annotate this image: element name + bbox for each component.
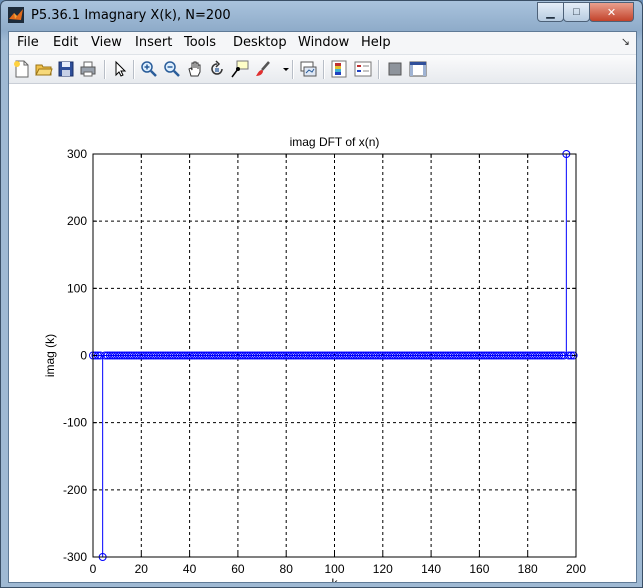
x-tick-label: 60 [231, 562, 245, 576]
toolbar-separator [292, 60, 294, 79]
zoom-in-button[interactable] [140, 60, 158, 78]
maximize-button[interactable]: □ [563, 2, 590, 22]
stem-plot[interactable]: imag DFT of x(n) 0 20 40 60 80 100 120 140 160 18… [9, 84, 636, 582]
axis-ticks: 0 20 40 60 80 100 120 140 160 180 200 -300 -200 -100 0… [63, 147, 586, 576]
matlab-logo-icon [8, 7, 24, 23]
legend-icon [354, 61, 372, 77]
open-file-button[interactable] [35, 60, 53, 78]
zoom-out-icon [164, 61, 180, 77]
x-tick-label: 40 [183, 562, 197, 576]
brush-button[interactable] [254, 60, 272, 78]
y-tick-label: 100 [67, 281, 87, 295]
menu-tools[interactable]: Tools [184, 35, 216, 50]
zoom-out-button[interactable] [163, 60, 181, 78]
y-tick-label: -200 [63, 483, 87, 497]
x-tick-label: 20 [135, 562, 149, 576]
x-tick-label: 120 [373, 562, 393, 576]
figure-window: P5.36.1 Imagnary X(k), N=200 ▁ □ ✕ File … [0, 0, 643, 588]
show-plot-tools-icon [409, 61, 427, 77]
x-tick-label: 0 [90, 562, 97, 576]
minimize-button[interactable]: ▁ [537, 2, 564, 22]
hide-plot-tools-button[interactable] [386, 60, 404, 78]
brush-icon [256, 61, 270, 76]
menu-file[interactable]: File [17, 35, 39, 50]
x-tick-label: 140 [421, 562, 441, 576]
stem-series [89, 150, 578, 561]
toolbar-separator [378, 60, 380, 79]
new-figure-button[interactable] [13, 60, 31, 78]
menu-insert[interactable]: Insert [135, 35, 172, 50]
rotate-3d-button[interactable] [208, 60, 226, 78]
hand-icon [188, 61, 201, 77]
x-tick-label: 180 [518, 562, 538, 576]
minimize-icon: ▁ [546, 6, 555, 19]
menu-desktop[interactable]: Desktop [233, 35, 287, 50]
colorbar-icon [331, 60, 347, 78]
printer-icon [80, 61, 96, 77]
y-tick-label: 0 [80, 349, 87, 363]
title-bar[interactable]: P5.36.1 Imagnary X(k), N=200 ▁ □ ✕ [1, 1, 642, 31]
maximize-icon: □ [573, 6, 580, 18]
edit-plot-button[interactable] [111, 60, 129, 78]
menu-edit[interactable]: Edit [53, 35, 78, 50]
print-figure-button[interactable] [79, 60, 97, 78]
menu-help[interactable]: Help [361, 35, 391, 50]
hide-plot-tools-icon [388, 62, 402, 76]
insert-legend-button[interactable] [354, 60, 372, 78]
data-cursor-button[interactable] [231, 60, 249, 78]
figure-canvas: imag DFT of x(n) 0 20 40 60 80 100 120 140 160 18… [9, 84, 636, 582]
y-tick-label: 300 [67, 147, 87, 161]
floppy-disk-icon [58, 61, 74, 77]
new-file-icon [14, 60, 29, 78]
data-cursor-icon [231, 60, 249, 78]
dock-arrow-icon[interactable]: ↘ [621, 35, 630, 48]
folder-icon [35, 64, 53, 76]
rotate-icon [211, 60, 223, 75]
axes-title: imag DFT of x(n) [290, 135, 380, 149]
pointer-arrow-icon [115, 60, 127, 77]
close-icon: ✕ [606, 6, 617, 19]
zoom-in-icon [141, 61, 157, 77]
y-tick-label: 200 [67, 214, 87, 228]
menu-window[interactable]: Window [298, 35, 349, 50]
figure-toolbar [9, 55, 636, 84]
pan-button[interactable] [186, 60, 204, 78]
toolbar-separator [104, 60, 106, 79]
save-figure-button[interactable] [57, 60, 75, 78]
brush-dropdown-button[interactable] [277, 60, 289, 78]
x-axis-label: k [332, 576, 339, 582]
menu-bar: File Edit View Insert Tools Desktop Wind… [9, 32, 636, 55]
x-tick-label: 160 [469, 562, 489, 576]
show-plot-tools-button[interactable] [409, 60, 427, 78]
x-tick-label: 100 [324, 562, 344, 576]
toolbar-separator [323, 60, 325, 79]
toolbar-separator [133, 60, 135, 79]
menu-view[interactable]: View [91, 35, 122, 50]
window-title: P5.36.1 Imagnary X(k), N=200 [31, 8, 231, 23]
x-tick-label: 200 [566, 562, 586, 576]
insert-colorbar-button[interactable] [330, 60, 348, 78]
figure-client-area: File Edit View Insert Tools Desktop Wind… [8, 31, 637, 583]
x-tick-label: 80 [280, 562, 294, 576]
y-tick-label: -100 [63, 416, 87, 430]
link-plot-button[interactable] [299, 60, 317, 78]
close-button[interactable]: ✕ [589, 2, 634, 22]
y-axis-label: imag (k) [43, 334, 57, 377]
y-tick-label: -300 [63, 550, 87, 564]
link-plot-icon [300, 61, 317, 77]
